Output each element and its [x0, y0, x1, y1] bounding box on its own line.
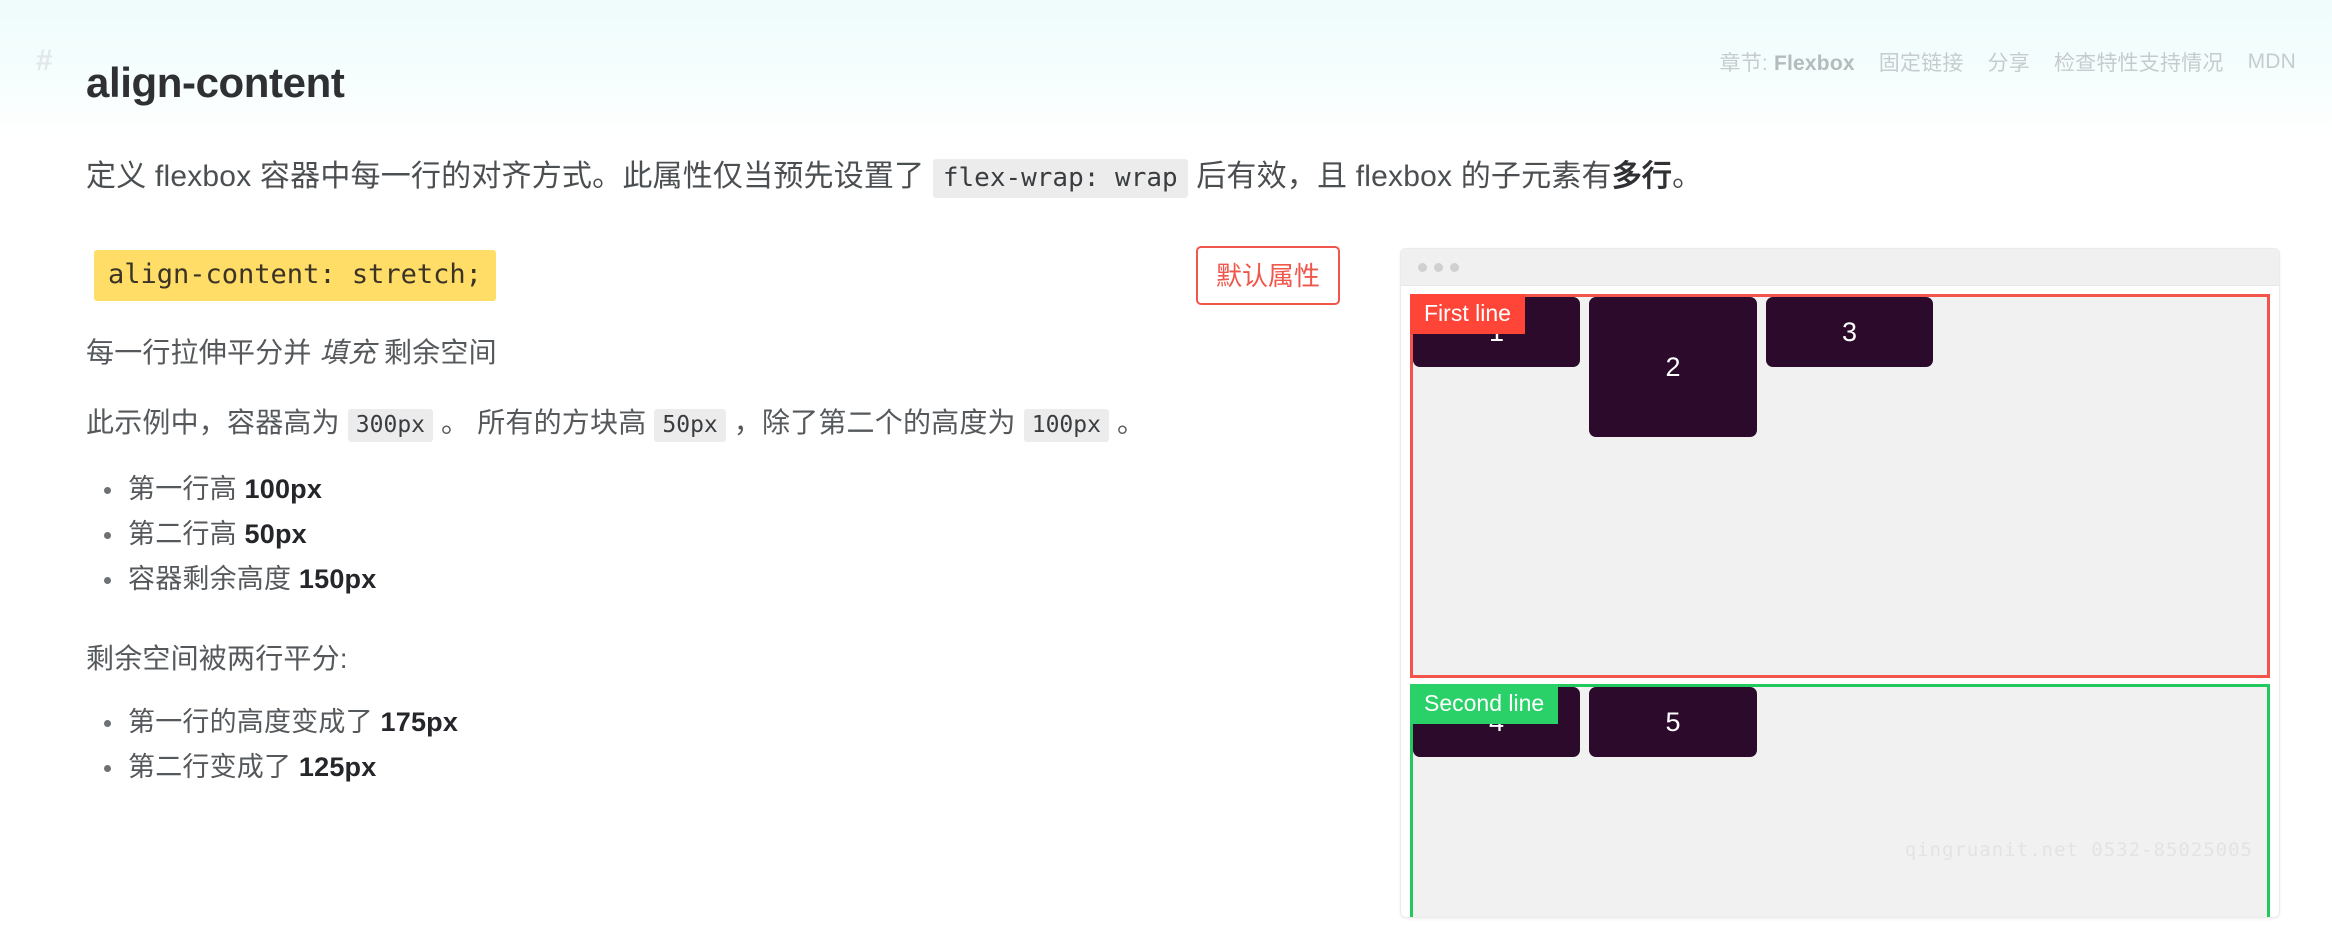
example-text-4: 。	[1108, 407, 1146, 438]
page-header: # align-content 章节: Flexbox 固定链接 分享 检查特性…	[0, 0, 2332, 118]
demo-titlebar	[1401, 249, 2279, 286]
list-item: 第一行高 100px	[104, 472, 1346, 517]
nav-link-support[interactable]: 检查特性支持情况	[2054, 47, 2224, 77]
fact-value: 100px	[244, 474, 323, 504]
default-property-tag: 默认属性	[1196, 246, 1341, 305]
fact-label: 第二行高	[128, 519, 245, 550]
result-list: 第一行的高度变成了 175px 第二行变成了 125px	[86, 705, 1346, 795]
intro-text-1: 定义 flexbox 容器中每一行的对齐方式。此属性仅当预先设置了	[86, 160, 933, 193]
example-code-second-height: 100px	[1023, 409, 1109, 442]
flex-line-first-label: First line	[1410, 294, 1525, 335]
fact-value: 150px	[298, 564, 377, 595]
split-note: 剩余空间被两行平分:	[86, 643, 348, 675]
list-item: 容器剩余高度 150px	[104, 562, 1346, 607]
nav-link-mdn[interactable]: MDN	[2248, 50, 2296, 74]
example-text-1: 此示例中，容器高为	[86, 407, 348, 438]
example-description: 此示例中，容器高为 300px 。 所有的方块高 50px ，除了第二个的高度为…	[86, 402, 1346, 444]
nav-link-permalink[interactable]: 固定链接	[1879, 47, 1964, 77]
window-dot-icon	[1434, 262, 1443, 272]
flex-line-first-items: 1 2 3	[1413, 297, 2267, 437]
nav-chapter-name: Flexbox	[1773, 52, 1855, 75]
demo-body: First line 1 2 3 Second line 4 5 qingrua…	[1401, 286, 2279, 917]
example-text-2: 。 所有的方块高	[433, 407, 655, 438]
header-nav: 章节: Flexbox 固定链接 分享 检查特性支持情况 MDN	[1720, 47, 2297, 77]
list-item: 第一行的高度变成了 175px	[104, 705, 1346, 750]
badge-row: align-content: stretch; 默认属性	[86, 246, 1346, 305]
window-dot-icon	[1418, 262, 1427, 272]
flex-item-5: 5	[1589, 687, 1757, 757]
list-item: 第二行变成了 125px	[104, 750, 1346, 795]
result-label: 第一行的高度变成了	[128, 707, 381, 738]
result-value: 175px	[380, 707, 459, 738]
hash-icon[interactable]: #	[36, 44, 53, 78]
flex-item-3: 3	[1766, 297, 1933, 367]
nav-chapter-prefix: 章节:	[1719, 52, 1774, 75]
list-item: 第二行高 50px	[104, 517, 1346, 562]
window-dot-icon	[1450, 262, 1459, 272]
demo-preview-window: First line 1 2 3 Second line 4 5 qingrua…	[1400, 248, 2280, 918]
behaviour-text-2: 剩余空间	[376, 337, 497, 368]
intro-text-3: 。	[1672, 160, 1703, 193]
page-root: # align-content 章节: Flexbox 固定链接 分享 检查特性…	[0, 0, 2332, 940]
flex-line-second: Second line 4 5	[1410, 684, 2270, 917]
fact-label: 容器剩余高度	[128, 564, 299, 595]
flex-line-first: First line 1 2 3	[1410, 294, 2270, 678]
example-code-box-height: 50px	[654, 409, 726, 442]
intro-strong: 多行	[1611, 160, 1673, 193]
fact-value: 50px	[244, 519, 307, 550]
behaviour-text-1: 每一行拉伸平分并	[86, 337, 320, 368]
nav-link-share[interactable]: 分享	[1988, 47, 2030, 77]
example-code-container-height: 300px	[347, 409, 434, 442]
intro-text-2: 后有效，且 flexbox 的子元素有	[1187, 160, 1612, 193]
result-label: 第二行变成了	[128, 752, 299, 783]
flex-item-2: 2	[1589, 297, 1757, 437]
example-text-3: ，除了第二个的高度为	[725, 407, 1024, 438]
measurement-list: 第一行高 100px 第二行高 50px 容器剩余高度 150px	[86, 472, 1346, 607]
explanation-column: align-content: stretch; 默认属性 每一行拉伸平分并 填充…	[86, 246, 1346, 795]
fact-label: 第一行高	[128, 474, 245, 504]
intro-inline-code: flex-wrap: wrap	[932, 159, 1188, 198]
behaviour-emphasis: 填充	[319, 337, 376, 368]
intro-paragraph: 定义 flexbox 容器中每一行的对齐方式。此属性仅当预先设置了 flex-w…	[86, 155, 1702, 199]
page-title: align-content	[86, 59, 345, 107]
property-value-badge: align-content: stretch;	[94, 250, 496, 301]
nav-link-chapter[interactable]: 章节: Flexbox	[1720, 47, 1855, 77]
result-value: 125px	[298, 752, 377, 783]
behaviour-description: 每一行拉伸平分并 填充 剩余空间	[86, 332, 1346, 374]
flex-line-second-label: Second line	[1410, 684, 1559, 725]
